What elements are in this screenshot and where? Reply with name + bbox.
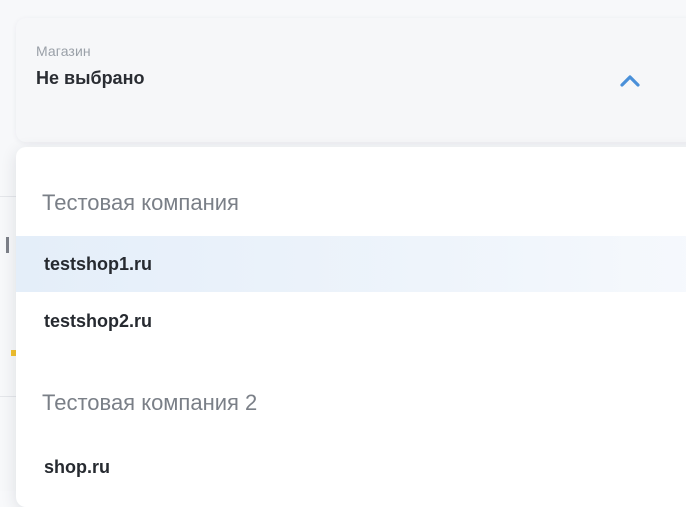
store-option-testshop2[interactable]: testshop2.ru bbox=[16, 293, 686, 349]
store-option-shop[interactable]: shop.ru bbox=[16, 439, 686, 495]
underlying-marker bbox=[6, 237, 9, 253]
group-heading: Тестовая компания 2 bbox=[42, 390, 258, 415]
store-option-label: testshop1.ru bbox=[44, 254, 153, 274]
underlying-divider bbox=[0, 396, 16, 397]
store-option-testshop1[interactable]: testshop1.ru bbox=[16, 236, 686, 292]
group-heading: Тестовая компания bbox=[42, 190, 239, 215]
underlying-divider bbox=[0, 196, 16, 197]
store-option-label: testshop2.ru bbox=[44, 311, 153, 331]
chevron-up-icon[interactable] bbox=[619, 72, 641, 88]
store-select-value[interactable]: Не выбрано bbox=[36, 68, 144, 89]
store-dropdown-list: Тестовая компания testshop1.ru testshop2… bbox=[16, 147, 686, 507]
store-select-caption: Магазин bbox=[36, 43, 91, 59]
store-option-label: shop.ru bbox=[44, 457, 110, 477]
